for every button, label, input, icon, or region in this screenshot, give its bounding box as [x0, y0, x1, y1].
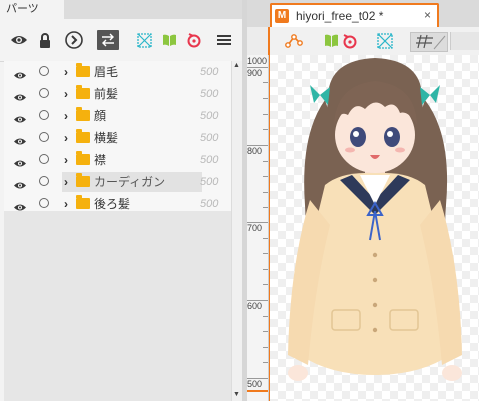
model-canvas[interactable]	[270, 55, 479, 401]
folder-icon	[76, 195, 90, 209]
parts-list-empty-area	[4, 211, 231, 401]
lock-toggle-circle[interactable]	[39, 154, 49, 164]
arrow-circle-icon[interactable]	[64, 30, 84, 50]
menu-icon[interactable]	[215, 30, 233, 50]
warp-rotate-icon[interactable]	[322, 32, 362, 50]
ruler-label-600: 600	[247, 301, 263, 311]
lock-toggle-circle[interactable]	[39, 132, 49, 142]
part-row[interactable]: › 前髪 500	[4, 83, 231, 105]
folder-icon	[76, 129, 90, 143]
deformer-icon[interactable]	[135, 30, 153, 50]
vertical-ruler: 1000 900 800 700 600 500	[247, 55, 269, 401]
part-draw-order: 500	[200, 66, 219, 78]
part-label: 眉毛	[94, 65, 119, 79]
warp-icon[interactable]	[160, 30, 178, 50]
expand-chevron-icon[interactable]: ›	[64, 65, 68, 79]
lock-toggle-circle[interactable]	[39, 66, 49, 76]
lock-toggle-circle[interactable]	[39, 110, 49, 120]
eye-icon[interactable]	[9, 30, 29, 50]
part-row[interactable]: › 顔 500	[4, 105, 231, 127]
ruler-position-marker	[247, 390, 268, 392]
folder-icon	[76, 173, 90, 187]
folder-icon	[76, 151, 90, 165]
parts-toolbar	[0, 19, 242, 62]
part-row[interactable]: › 横髪 500	[4, 127, 231, 149]
rotate-icon[interactable]	[185, 30, 203, 50]
expand-chevron-icon[interactable]: ›	[64, 197, 68, 211]
part-draw-order: 500	[200, 154, 219, 166]
folder-icon	[76, 63, 90, 77]
grid-icon[interactable]	[410, 32, 448, 52]
expand-chevron-icon[interactable]: ›	[64, 87, 68, 101]
part-draw-order: 500	[200, 110, 219, 122]
expand-chevron-icon[interactable]: ›	[64, 131, 68, 145]
lock-toggle-circle[interactable]	[39, 176, 49, 186]
ruler-label-1000: 1000	[247, 56, 268, 66]
ruler-label-900: 900	[247, 68, 263, 78]
part-label: 襟	[94, 153, 107, 167]
part-row[interactable]: › 襟 500	[4, 149, 231, 171]
part-label: カーディガン	[94, 175, 166, 189]
lock-toggle-circle[interactable]	[39, 88, 49, 98]
swap-icon[interactable]	[97, 30, 119, 50]
deformer-icon[interactable]	[374, 32, 396, 50]
close-tab-button[interactable]: ×	[424, 8, 431, 22]
folder-icon	[76, 85, 90, 99]
folder-icon	[76, 107, 90, 121]
part-label: 顔	[94, 109, 107, 123]
part-label: 後ろ髪	[94, 197, 131, 211]
part-draw-order: 500	[200, 198, 219, 210]
part-draw-order: 500	[200, 132, 219, 144]
canvas-toolbar-extra[interactable]	[450, 32, 479, 50]
lock-icon[interactable]	[37, 30, 53, 50]
canvas-toolbar	[270, 27, 479, 56]
model-file-icon: M	[275, 9, 289, 23]
part-draw-order: 500	[200, 88, 219, 100]
ruler-label-700: 700	[247, 223, 263, 233]
part-row[interactable]: › 眉毛 500	[4, 61, 231, 83]
expand-chevron-icon[interactable]: ›	[64, 175, 68, 189]
ruler-label-800: 800	[247, 146, 263, 156]
document-tab-title: hiyori_free_t02 *	[296, 9, 384, 23]
lock-toggle-circle[interactable]	[39, 198, 49, 208]
expand-chevron-icon[interactable]: ›	[64, 153, 68, 167]
character-illustration	[288, 58, 462, 381]
part-label: 横髪	[94, 131, 119, 145]
expand-chevron-icon[interactable]: ›	[64, 109, 68, 123]
ruler-label-500: 500	[247, 379, 263, 389]
scroll-up-arrow-icon[interactable]: ▲	[231, 61, 242, 71]
part-label: 前髪	[94, 87, 119, 101]
part-draw-order: 500	[200, 176, 219, 188]
mesh-icon[interactable]	[284, 32, 304, 50]
scroll-down-arrow-icon[interactable]: ▼	[231, 390, 242, 400]
part-row[interactable]: › 後ろ髪 500	[4, 193, 231, 215]
parts-tab[interactable]: パーツ	[0, 0, 64, 19]
part-row[interactable]: › カーディガン 500	[4, 171, 231, 193]
visibility-eye-icon[interactable]	[13, 199, 27, 217]
